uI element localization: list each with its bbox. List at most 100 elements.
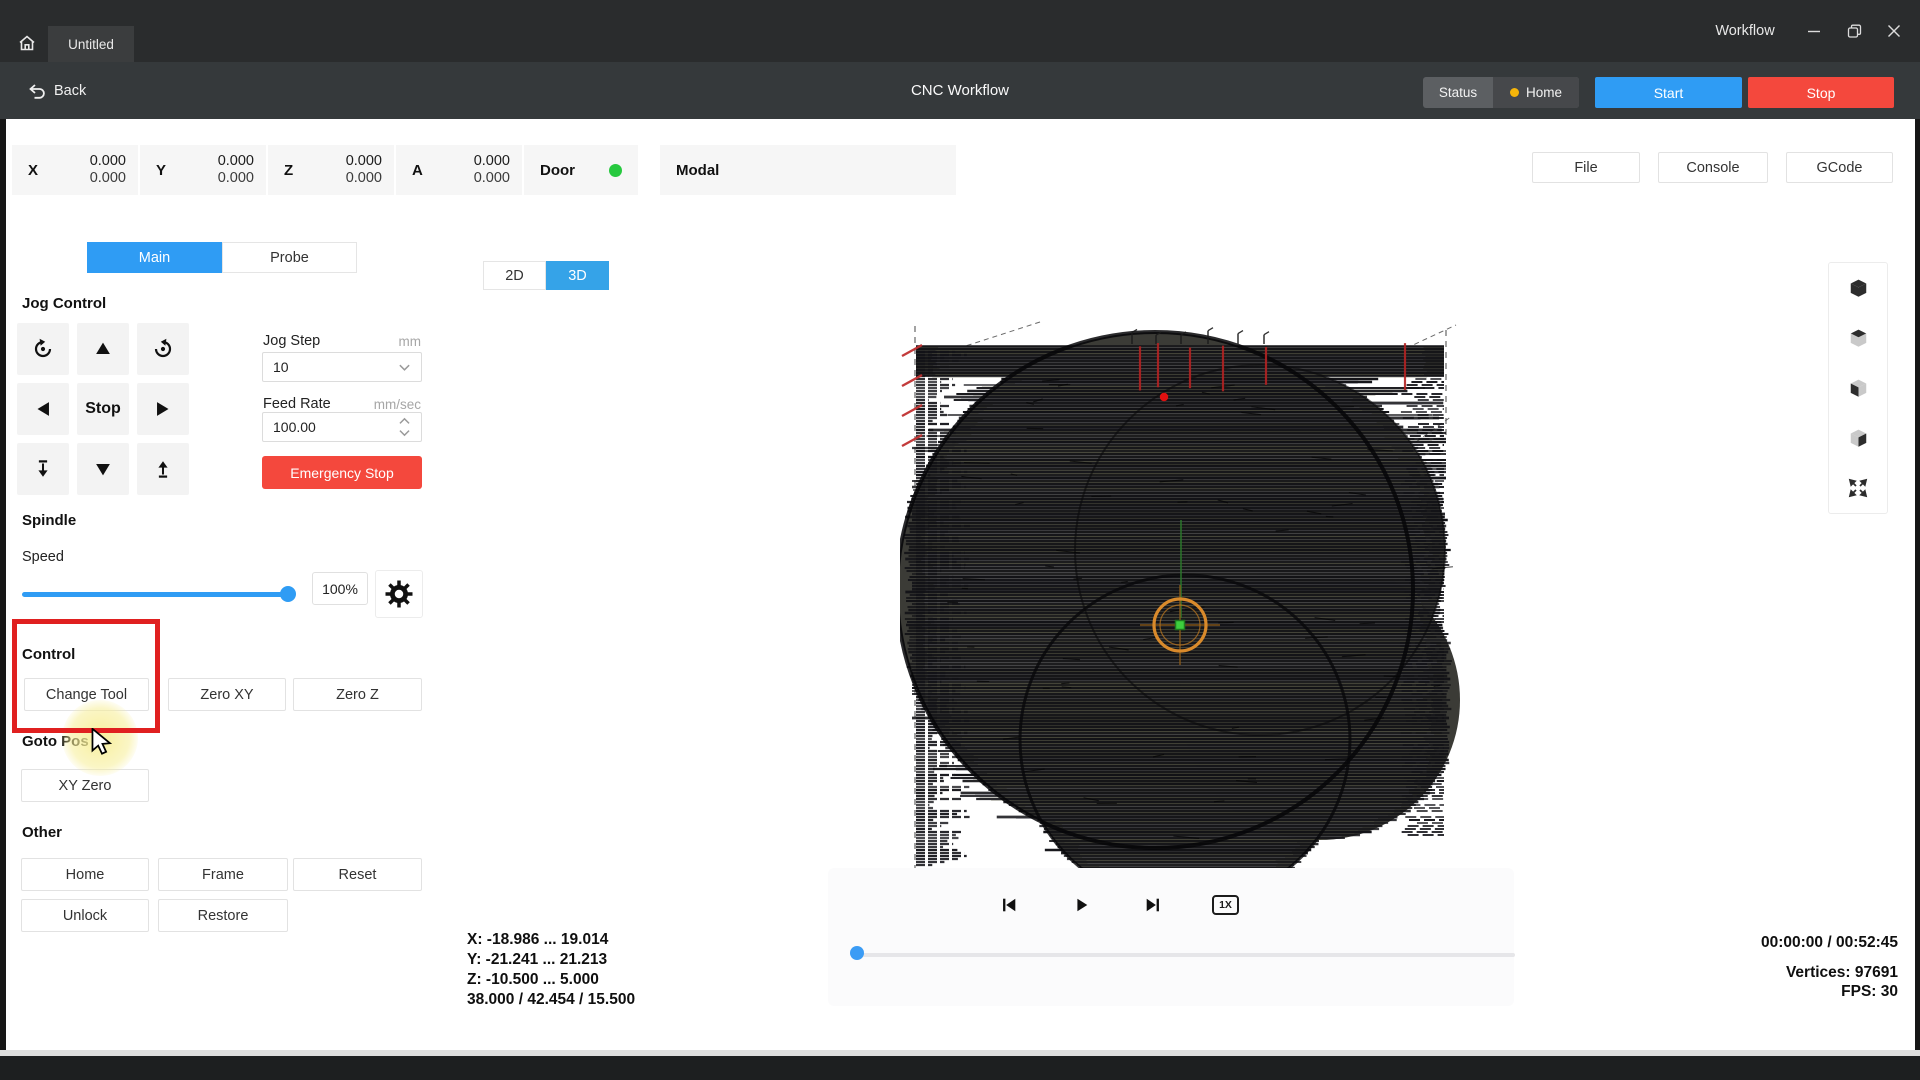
skip-to-start-button[interactable] [996,892,1022,918]
mouse-cursor [90,728,114,755]
view-top-button[interactable] [1848,328,1869,349]
arrow-up-to-bar-icon [152,458,174,480]
feed-rate-label: Feed Rate [263,396,331,412]
jog-x-minus-button[interactable] [17,383,69,435]
axis-y-label: Y [140,162,218,179]
viewport-3d-canvas[interactable] [900,320,1460,876]
door-status-dot [609,164,622,177]
feed-rate-input[interactable]: 100.00 [262,412,422,442]
playback-panel: 1X [828,868,1514,1006]
home-button[interactable] [8,26,46,60]
status-dot-icon [1510,88,1519,97]
app-title: Workflow [1690,0,1800,62]
home-icon [17,33,37,53]
jog-rotate-ccw-button[interactable] [17,323,69,375]
skip-start-icon [1000,896,1018,914]
back-button[interactable]: Back [28,62,86,119]
axis-a-machine: 0.000 [474,153,510,170]
axis-z-machine: 0.000 [346,153,382,170]
unlock-button[interactable]: Unlock [21,899,149,932]
jog-y-minus-button[interactable] [77,443,129,495]
jog-z-minus-button[interactable] [17,443,69,495]
axis-readout-x: X 0.0000.000 [12,145,138,195]
jog-stop-button[interactable]: Stop [77,383,129,435]
fit-view-button[interactable] [1848,478,1868,498]
restore-button[interactable] [1834,14,1874,48]
spindle-speed-slider[interactable] [22,592,290,597]
status-value-group: Home [1493,77,1579,108]
back-label: Back [54,83,86,99]
close-button[interactable] [1874,14,1914,48]
spindle-speed-value: 100% [312,572,368,605]
axis-x-machine: 0.000 [90,153,126,170]
tab-main[interactable]: Main [87,242,222,273]
minimize-button[interactable] [1794,14,1834,48]
jog-x-plus-button[interactable] [137,383,189,435]
jog-step-value: 10 [273,359,289,375]
home-machine-button[interactable]: Home [21,858,149,891]
status-label: Status [1423,85,1493,100]
spindle-settings-button[interactable] [375,570,423,618]
xy-zero-button[interactable]: XY Zero [21,769,149,802]
time-readout: 00:00:00 / 00:52:45 [1761,933,1898,952]
spindle-speed-slider-handle[interactable] [280,586,296,602]
window-frame-left [0,119,6,1050]
status-value: Home [1526,85,1562,100]
jog-step-label: Jog Step [263,333,320,349]
tab-probe[interactable]: Probe [222,242,357,273]
view-front-button[interactable] [1848,378,1869,399]
vertices-readout: Vertices: 97691 [1761,963,1898,982]
view-iso-button[interactable] [1848,278,1869,299]
gcode-panel-button[interactable]: GCode [1786,152,1893,183]
console-panel-button[interactable]: Console [1658,152,1768,183]
stop-button[interactable]: Stop [1748,77,1894,108]
other-heading: Other [22,824,62,841]
gear-icon [384,579,414,609]
jog-rotate-cw-button[interactable] [137,323,189,375]
playback-progress-track[interactable] [855,953,1515,957]
axis-readout-y: Y 0.0000.000 [140,145,266,195]
arrow-up-icon [92,338,114,360]
view-tab-3d[interactable]: 3D [546,261,609,290]
frame-button[interactable]: Frame [158,858,288,891]
jog-y-plus-button[interactable] [77,323,129,375]
play-icon [1072,896,1090,914]
status-badge: Status Home [1423,77,1579,108]
spindle-heading: Spindle [22,512,76,529]
view-side-button[interactable] [1848,428,1869,449]
minimize-icon [1807,24,1821,38]
play-button[interactable] [1068,892,1094,918]
restore-machine-button[interactable]: Restore [158,899,288,932]
jog-control-heading: Jog Control [22,295,106,312]
file-panel-button[interactable]: File [1532,152,1640,183]
view-tab-2d[interactable]: 2D [483,261,546,290]
zero-xy-button[interactable]: Zero XY [168,678,286,711]
playback-controls: 1X [996,892,1239,918]
axis-a-work: 0.000 [474,170,510,187]
feed-rate-unit: mm/sec [351,397,421,412]
expand-icon [1848,478,1868,498]
zero-z-button[interactable]: Zero Z [293,678,422,711]
modal-label: Modal [676,162,719,179]
axis-x-work: 0.000 [90,170,126,187]
start-button[interactable]: Start [1595,77,1742,108]
view-cube-toolbar [1828,262,1888,514]
document-tab-label: Untitled [68,37,114,52]
playback-progress-handle[interactable] [850,946,864,960]
spinner-icons[interactable] [398,417,411,437]
back-icon [28,83,46,99]
toolpath-bounds: X: -18.986 ... 19.014 Y: -21.241 ... 21.… [467,930,635,1010]
window-controls [1794,0,1914,62]
jog-step-select[interactable]: 10 [262,352,422,382]
skip-to-end-button[interactable] [1140,892,1166,918]
window-frame-right [1915,119,1920,1050]
bounds-x: X: -18.986 ... 19.014 [467,930,635,950]
playback-speed-button[interactable]: 1X [1212,895,1239,915]
document-tab[interactable]: Untitled [48,26,134,62]
reset-button[interactable]: Reset [293,858,422,891]
emergency-stop-button[interactable]: Emergency Stop [262,456,422,489]
jog-z-plus-button[interactable] [137,443,189,495]
annotation-red-box [12,619,160,733]
spindle-speed-label: Speed [22,549,64,565]
arrow-down-to-bar-icon [32,458,54,480]
